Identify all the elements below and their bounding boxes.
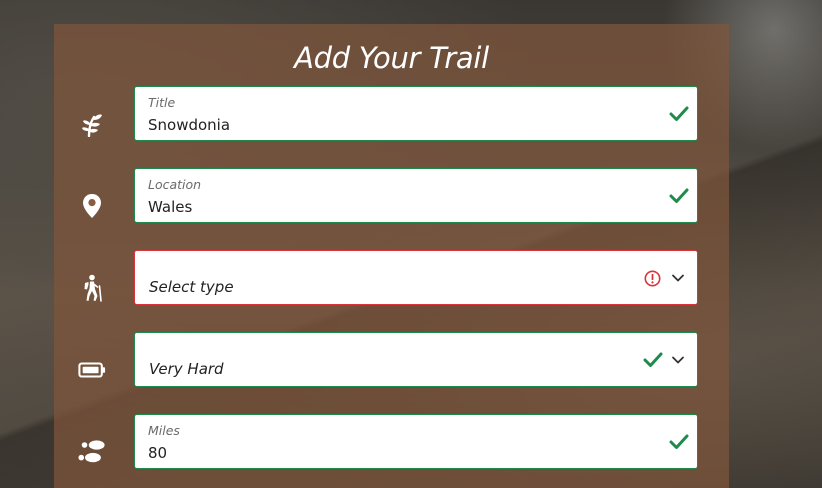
check-icon bbox=[669, 188, 689, 203]
location-input[interactable] bbox=[148, 198, 618, 216]
check-icon bbox=[643, 352, 663, 367]
map-pin-icon bbox=[78, 192, 106, 220]
title-input[interactable] bbox=[148, 116, 618, 134]
check-icon bbox=[669, 434, 689, 449]
form-title: Add Your Trail bbox=[294, 41, 489, 75]
battery-icon bbox=[78, 356, 106, 384]
check-icon bbox=[669, 106, 689, 121]
difficulty-select-value: Very Hard bbox=[149, 360, 224, 378]
miles-label: Miles bbox=[148, 423, 180, 438]
location-label: Location bbox=[148, 177, 202, 192]
footprints-icon bbox=[78, 438, 106, 466]
type-select[interactable]: Select type bbox=[134, 250, 698, 305]
hiker-icon bbox=[78, 274, 106, 302]
alert-circle-icon bbox=[644, 270, 661, 287]
difficulty-select[interactable]: Very Hard bbox=[134, 332, 698, 387]
location-field[interactable]: Location bbox=[134, 168, 698, 223]
title-label: Title bbox=[148, 95, 176, 110]
miles-input[interactable] bbox=[148, 444, 618, 462]
miles-field[interactable]: Miles bbox=[134, 414, 698, 469]
chevron-down-icon[interactable] bbox=[671, 272, 685, 284]
type-select-value: Select type bbox=[149, 278, 234, 296]
title-field[interactable]: Title bbox=[134, 86, 698, 141]
leaf-icon bbox=[78, 110, 106, 138]
chevron-down-icon[interactable] bbox=[671, 354, 685, 366]
